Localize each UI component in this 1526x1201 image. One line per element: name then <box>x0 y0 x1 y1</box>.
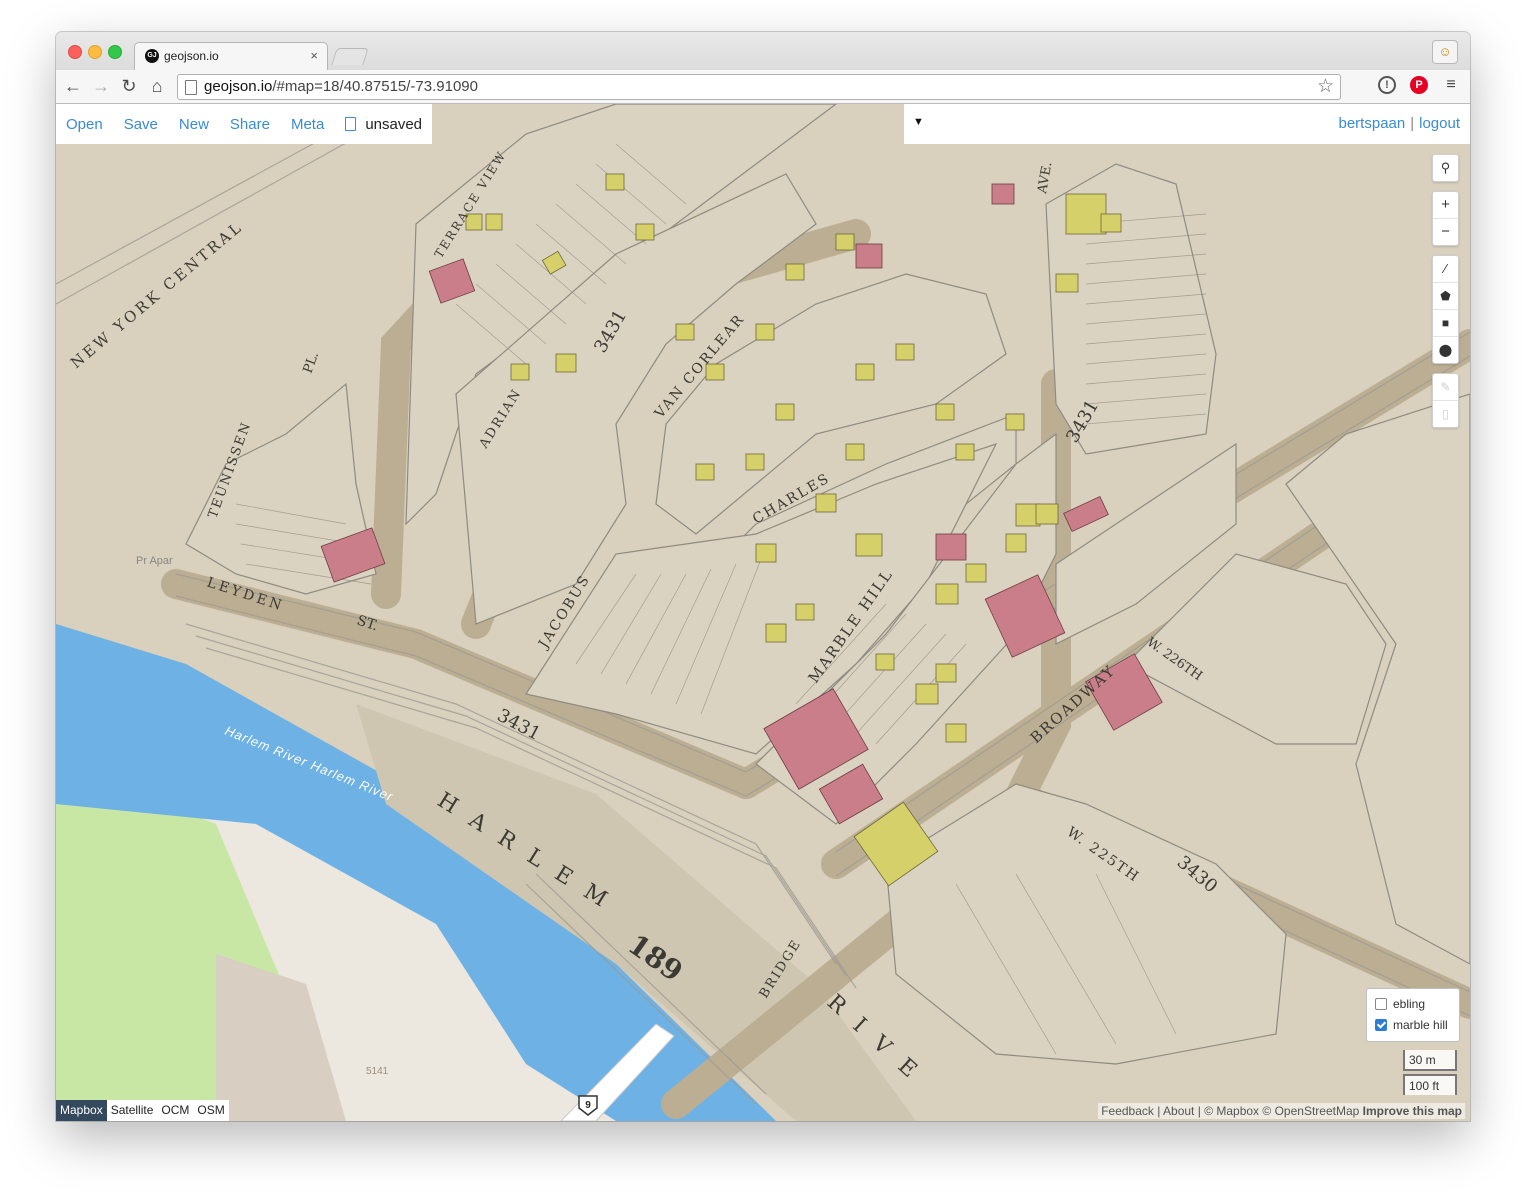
browser-window: GJ geojson.io × ☺ ← → ↻ ⌂ geojson.io/#ma… <box>56 32 1470 1121</box>
page-icon <box>185 80 197 95</box>
extension-info-icon[interactable]: ! <box>1378 76 1396 94</box>
marker-icon[interactable]: ⬤ <box>1433 337 1458 363</box>
zoom-control: + − <box>1432 191 1459 246</box>
rectangle-icon[interactable]: ■ <box>1433 310 1458 337</box>
page-viewport: NEW YORK CENTRAL TERRACE VIEW ADRIAN TEU… <box>56 104 1470 1121</box>
trash-icon[interactable]: ▯ <box>1433 401 1458 427</box>
layer-osm[interactable]: OSM <box>193 1100 229 1121</box>
improve-map-link[interactable]: Improve this map <box>1363 1104 1462 1118</box>
document-status[interactable]: unsaved <box>345 116 422 133</box>
feedback-link[interactable]: Feedback <box>1101 1104 1154 1118</box>
tab-strip: GJ geojson.io × ☺ <box>56 32 1470 71</box>
maximize-window-button[interactable] <box>108 45 122 59</box>
close-window-button[interactable] <box>68 45 82 59</box>
share-button[interactable]: Share <box>230 116 270 133</box>
tab-title: geojson.io <box>164 49 219 63</box>
document-name: unsaved <box>365 115 423 133</box>
geojson-favicon-icon: GJ <box>145 49 159 63</box>
scale-imperial: 100 ft <box>1403 1074 1457 1095</box>
about-link[interactable]: About <box>1163 1104 1194 1118</box>
scale-metric: 30 m <box>1403 1050 1457 1071</box>
panel-toggle-icon[interactable]: ▼ <box>913 116 924 128</box>
tab-close-icon[interactable]: × <box>310 48 318 63</box>
zoom-in-button[interactable]: + <box>1433 192 1458 219</box>
new-tab-button[interactable] <box>331 48 369 65</box>
app-user-bar: ▼ bertspaan | logout <box>904 104 1470 144</box>
bookmark-star-icon[interactable]: ☆ <box>1317 75 1334 98</box>
draw-toolbar: ⁄ ⬟ ■ ⬤ <box>1432 255 1459 364</box>
meta-button[interactable]: Meta <box>291 116 324 133</box>
line-icon[interactable]: ⁄ <box>1433 256 1458 283</box>
profile-icon[interactable]: ☺ <box>1432 40 1458 64</box>
home-icon[interactable]: ⌂ <box>146 75 168 97</box>
svg-text:9: 9 <box>585 1100 591 1111</box>
overlay-marble-hill[interactable]: marble hill <box>1375 1018 1448 1032</box>
open-button[interactable]: Open <box>66 116 103 133</box>
mapbox-credit[interactable]: © Mapbox <box>1204 1104 1259 1118</box>
back-icon[interactable]: ← <box>62 75 84 97</box>
polygon-icon[interactable]: ⬟ <box>1433 283 1458 310</box>
edit-toolbar: ✎ ▯ <box>1432 373 1459 428</box>
edit-icon[interactable]: ✎ <box>1433 374 1458 401</box>
file-icon <box>345 117 357 131</box>
browser-tab[interactable]: GJ geojson.io × <box>134 42 328 71</box>
layer-mapbox[interactable]: Mapbox <box>56 1100 107 1121</box>
url-text: geojson.io/#map=18/40.87515/-73.91090 <box>204 78 478 95</box>
overlay-marble-hill-label: marble hill <box>1393 1018 1448 1032</box>
base-layer-switcher: Mapbox Satellite OCM OSM <box>56 1100 229 1121</box>
overlay-ebling-label: ebling <box>1393 997 1426 1011</box>
marble-hill-checkbox[interactable] <box>1375 1019 1387 1031</box>
user-link[interactable]: bertspaan <box>1339 115 1406 132</box>
search-icon[interactable]: ⚲ <box>1433 155 1458 181</box>
logout-link[interactable]: logout <box>1419 115 1460 132</box>
layer-satellite[interactable]: Satellite <box>106 1100 158 1121</box>
layer-ocm[interactable]: OCM <box>157 1100 194 1121</box>
reload-icon[interactable]: ↻ <box>118 75 140 97</box>
map[interactable]: NEW YORK CENTRAL TERRACE VIEW ADRIAN TEU… <box>56 104 1470 1121</box>
pinterest-icon[interactable]: P <box>1410 76 1428 94</box>
new-button[interactable]: New <box>179 116 209 133</box>
zoom-out-button[interactable]: − <box>1433 219 1458 245</box>
minimize-window-button[interactable] <box>88 45 102 59</box>
map-attribution: Feedback | About | © Mapbox © OpenStreet… <box>1098 1103 1465 1119</box>
ebling-checkbox[interactable] <box>1375 998 1387 1010</box>
osm-credit[interactable]: © OpenStreetMap <box>1262 1104 1359 1118</box>
overlay-ebling[interactable]: ebling <box>1375 997 1425 1011</box>
user-separator: | <box>1410 115 1415 132</box>
app-menu-bar: Open Save New Share Meta unsaved <box>56 104 433 144</box>
browser-toolbar: ← → ↻ ⌂ geojson.io/#map=18/40.87515/-73.… <box>56 70 1470 104</box>
overlay-layers-legend: ebling marble hill <box>1366 988 1460 1042</box>
address-bar[interactable]: geojson.io/#map=18/40.87515/-73.91090 ☆ <box>177 74 1341 100</box>
search-control: ⚲ <box>1432 154 1459 182</box>
map-label-parcel: 5141 <box>366 1066 389 1077</box>
forward-icon[interactable]: → <box>90 75 112 97</box>
map-label-poi: Pr Apar <box>136 555 173 567</box>
save-button[interactable]: Save <box>124 116 158 133</box>
menu-icon[interactable]: ≡ <box>1442 76 1460 94</box>
